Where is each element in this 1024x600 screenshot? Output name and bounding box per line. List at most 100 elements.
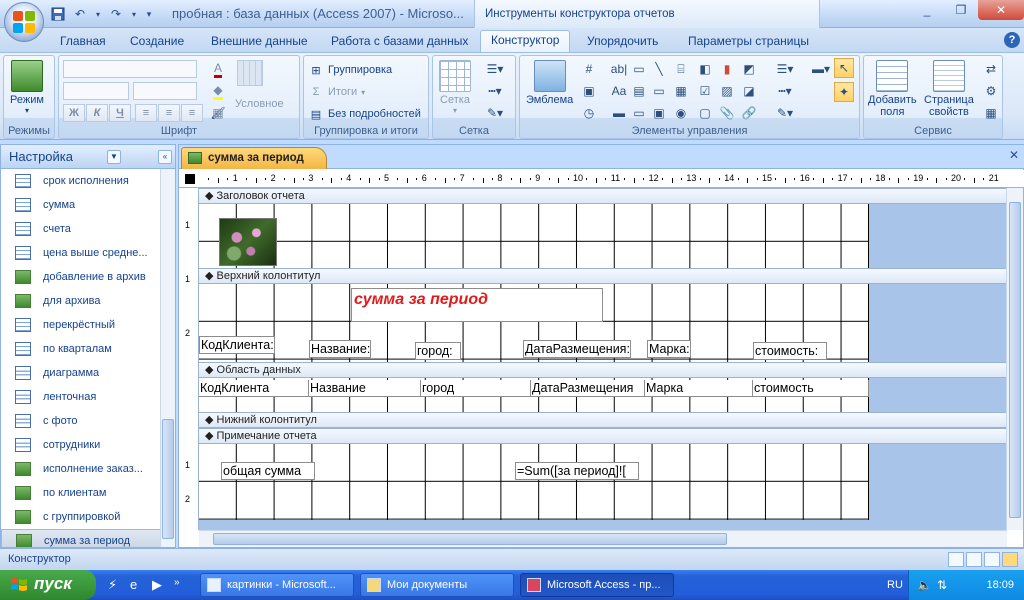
- grid-button[interactable]: Сетка ▾: [439, 60, 471, 115]
- header-label-city[interactable]: город:: [415, 342, 461, 360]
- section-bar-page-footer[interactable]: ◆ Нижний колонтитул: [199, 412, 1007, 428]
- image-tool-icon[interactable]: ▨: [718, 82, 736, 100]
- italic-button[interactable]: К: [86, 104, 108, 122]
- nav-pane-header[interactable]: Настройка ▼ «: [1, 145, 175, 169]
- language-indicator[interactable]: RU: [887, 579, 903, 591]
- page-break-icon[interactable]: ▣: [650, 104, 668, 122]
- header-label-brand[interactable]: Марка:: [647, 340, 691, 358]
- restore-button[interactable]: ❐: [944, 0, 978, 20]
- totals-button[interactable]: Σ Итоги ▾: [308, 84, 366, 100]
- header-label-cost[interactable]: стоимость:: [753, 342, 827, 360]
- save-icon[interactable]: [50, 6, 66, 22]
- tab-page-setup[interactable]: Параметры страницы: [688, 32, 809, 52]
- select-pointer-icon[interactable]: ↖: [834, 58, 854, 78]
- undo-dropdown-icon[interactable]: ▾: [94, 6, 102, 22]
- subform-tool-icon[interactable]: ▦: [672, 82, 690, 100]
- code-icon[interactable]: ⚙: [982, 82, 1000, 100]
- font-color-icon[interactable]: A: [203, 60, 233, 78]
- hyperlink-icon[interactable]: 🔗: [740, 104, 758, 122]
- macro-icon[interactable]: ▦: [982, 104, 1000, 122]
- redo-dropdown-icon[interactable]: ▾: [130, 6, 138, 22]
- align-left-button[interactable]: ≡: [135, 104, 157, 122]
- insert-page-icon[interactable]: ▢: [696, 104, 714, 122]
- nav-item[interactable]: цена выше средне...: [1, 241, 161, 265]
- vertical-scroll-thumb[interactable]: [1009, 202, 1021, 518]
- hide-details-button[interactable]: ▤ Без подробностей: [308, 106, 421, 122]
- fill-color-icon[interactable]: ◆: [203, 82, 233, 100]
- close-button[interactable]: ✕: [978, 0, 1024, 20]
- undo-icon[interactable]: ↶: [72, 6, 88, 22]
- checkbox-tool-icon[interactable]: ☑: [696, 82, 714, 100]
- nav-item[interactable]: исполнение заказ...: [1, 457, 161, 481]
- nav-item[interactable]: по кварталам: [1, 337, 161, 361]
- combobox-tool-icon[interactable]: ▭: [650, 82, 668, 100]
- emblem-button[interactable]: Эмблема: [526, 60, 573, 106]
- underline-button[interactable]: Ч: [109, 104, 131, 122]
- special-effect-icon[interactable]: ▬▾: [806, 60, 836, 78]
- align-right-button[interactable]: ≡: [181, 104, 203, 122]
- logo-photo[interactable]: [219, 218, 277, 266]
- font-name-combo[interactable]: [63, 60, 197, 78]
- taskbar-item-my-documents[interactable]: Мои документы: [360, 573, 514, 597]
- nav-collapse-icon[interactable]: «: [158, 149, 172, 164]
- quicklaunch-ie-icon[interactable]: e: [130, 577, 146, 593]
- nav-item[interactable]: по клиентам: [1, 481, 161, 505]
- nav-item[interactable]: с фото: [1, 409, 161, 433]
- attachment-icon[interactable]: 📎: [718, 104, 736, 122]
- report-title-label[interactable]: сумма за период: [351, 288, 603, 322]
- volume-icon[interactable]: 🔈: [917, 578, 932, 592]
- view-mode-button[interactable]: Режим ▾: [10, 60, 44, 115]
- section-bar-report-footer[interactable]: ◆ Примечание отчета: [199, 428, 1007, 444]
- grouping-button[interactable]: ⊞ Группировка: [308, 62, 392, 78]
- section-detail[interactable]: КодКлиента Название город ДатаРазмещения…: [199, 378, 869, 412]
- listbox-tool-icon[interactable]: ▤: [630, 82, 648, 100]
- customize-qat-icon[interactable]: ▾: [144, 6, 154, 22]
- line-type-control-icon[interactable]: ┅▾: [770, 82, 800, 100]
- print-preview-icon[interactable]: [966, 552, 982, 567]
- detail-field-city[interactable]: город: [421, 380, 531, 397]
- nav-scroll-thumb[interactable]: [162, 419, 174, 539]
- nav-item[interactable]: счета: [1, 217, 161, 241]
- page-number-icon[interactable]: #: [580, 60, 598, 78]
- layout-view-icon[interactable]: [984, 552, 1000, 567]
- font-style-combo[interactable]: [133, 82, 197, 100]
- radio-tool-icon[interactable]: ◉: [672, 104, 690, 122]
- conditional-format-button[interactable]: [237, 60, 263, 86]
- help-icon[interactable]: ?: [1004, 32, 1020, 48]
- office-button[interactable]: [4, 2, 44, 42]
- tab-home[interactable]: Главная: [60, 32, 106, 52]
- header-label-client-id[interactable]: КодКлиента:: [199, 336, 275, 354]
- tab-create[interactable]: Создание: [130, 32, 184, 52]
- footer-total-label[interactable]: общая сумма: [221, 462, 315, 480]
- design-horizontal-scrollbar[interactable]: [199, 530, 1007, 547]
- horizontal-scroll-thumb[interactable]: [213, 533, 727, 545]
- tab-external-data[interactable]: Внешние данные: [211, 32, 308, 52]
- nav-menu-icon[interactable]: ▼: [107, 149, 121, 164]
- option-group-icon[interactable]: ⌸: [672, 60, 690, 78]
- tab-database-tools[interactable]: Работа с базами данных: [331, 32, 468, 52]
- section-bar-page-header[interactable]: ◆ Верхний колонтитул: [199, 268, 1007, 284]
- nav-item[interactable]: добавление в архив: [1, 265, 161, 289]
- font-size-combo[interactable]: [63, 82, 129, 100]
- nav-scrollbar[interactable]: [160, 169, 175, 547]
- section-report-header[interactable]: [199, 204, 869, 268]
- select-report-box[interactable]: [185, 174, 195, 184]
- nav-item[interactable]: перекрёстный: [1, 313, 161, 337]
- design-vertical-scrollbar[interactable]: [1006, 188, 1023, 530]
- redo-icon[interactable]: ↷: [108, 6, 124, 22]
- rectangle-tool-icon[interactable]: ▭: [630, 60, 648, 78]
- taskbar-item-pictures[interactable]: картинки - Microsoft...: [200, 573, 354, 597]
- nav-item[interactable]: сотрудники: [1, 433, 161, 457]
- document-tab-report[interactable]: сумма за период: [181, 147, 327, 169]
- footer-sum-field[interactable]: =Sum([за период]![: [515, 462, 639, 480]
- control-wizards-icon[interactable]: ✦: [834, 82, 854, 102]
- quicklaunch-show-desktop-icon[interactable]: ⚡: [108, 577, 124, 593]
- tab-order-icon[interactable]: ⇄: [982, 60, 1000, 78]
- nav-item[interactable]: сумма за период: [1, 529, 161, 547]
- quicklaunch-media-icon[interactable]: ▶: [152, 577, 168, 593]
- detail-field-client-id[interactable]: КодКлиента: [199, 380, 309, 397]
- line-type-icon[interactable]: ┅▾: [481, 82, 509, 100]
- tab-design[interactable]: Конструктор: [480, 30, 571, 53]
- property-sheet-button[interactable]: Страница свойств: [924, 60, 974, 118]
- chart-tool-icon[interactable]: ▮: [718, 60, 736, 78]
